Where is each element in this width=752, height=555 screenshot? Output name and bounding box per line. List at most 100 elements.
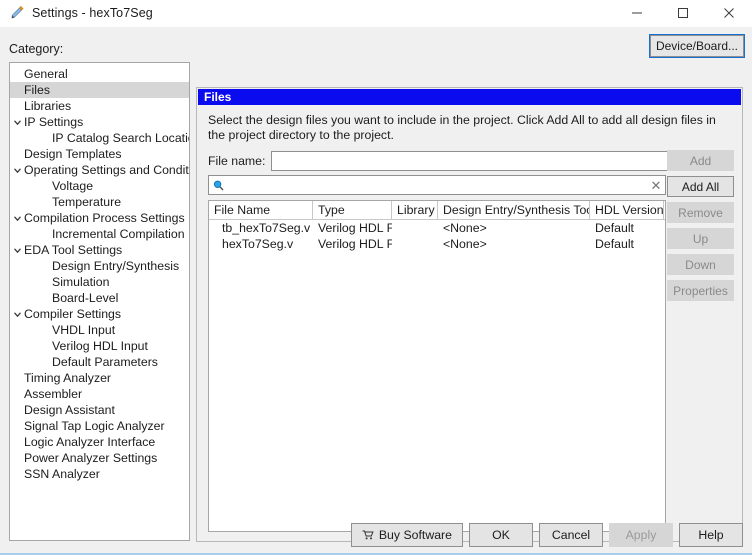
sidebar-item-vhdl-input[interactable]: VHDL Input	[10, 322, 189, 338]
table-cell: <None>	[443, 221, 487, 235]
apply-button: Apply	[609, 523, 673, 547]
chevron-down-icon[interactable]	[10, 310, 24, 319]
ok-button[interactable]: OK	[469, 523, 533, 547]
sidebar-item-design-entry-synthesis[interactable]: Design Entry/Synthesis	[10, 258, 189, 274]
table-column-header[interactable]: Library	[392, 201, 438, 219]
sidebar-item-simulation[interactable]: Simulation	[10, 274, 189, 290]
table-cell: tb_hexTo7Seg.v	[222, 221, 311, 235]
search-icon	[209, 180, 227, 191]
down-button: Down	[667, 254, 734, 275]
sidebar-item-board-level[interactable]: Board-Level	[10, 290, 189, 306]
sidebar-item-temperature[interactable]: Temperature	[10, 194, 189, 210]
sidebar-item-label: Design Assistant	[24, 403, 115, 417]
sidebar-item-operating-settings-and-conditions[interactable]: Operating Settings and Conditions	[10, 162, 189, 178]
add-all-button[interactable]: Add All	[667, 176, 734, 197]
sidebar-item-label: EDA Tool Settings	[24, 243, 123, 257]
table-row[interactable]: tb_hexTo7Seg.v Verilog HDL File <None> Defa…	[209, 220, 665, 236]
file-search-box[interactable]: ✕	[208, 175, 666, 195]
title-bar: Settings - hexTo7Seg	[0, 0, 752, 27]
sidebar-item-general[interactable]: General	[10, 66, 189, 82]
settings-window: Settings - hexTo7Seg Category: Device/Bo…	[0, 0, 752, 555]
search-input[interactable]	[227, 176, 647, 194]
table-row[interactable]: hexTo7Seg.v Verilog HDL File <None> Default	[209, 236, 665, 252]
sidebar-item-label: Operating Settings and Conditions	[24, 163, 189, 177]
sidebar-item-design-assistant[interactable]: Design Assistant	[10, 402, 189, 418]
chevron-down-icon[interactable]	[10, 166, 24, 175]
sidebar-item-label: SSN Analyzer	[24, 467, 100, 481]
table-column-header[interactable]: HDL Version	[590, 201, 664, 219]
sidebar-item-design-templates[interactable]: Design Templates	[10, 146, 189, 162]
sidebar-item-incremental-compilation[interactable]: Incremental Compilation	[10, 226, 189, 242]
sidebar-item-label: Verilog HDL Input	[52, 339, 148, 353]
pencil-settings-icon	[9, 5, 25, 21]
file-name-input[interactable]	[271, 151, 711, 171]
sidebar-item-power-analyzer-settings[interactable]: Power Analyzer Settings	[10, 450, 189, 466]
window-title: Settings - hexTo7Seg	[32, 6, 153, 20]
device-board-button[interactable]: Device/Board...	[648, 34, 746, 58]
footer-button-label: Apply	[625, 528, 657, 542]
table-cell: <None>	[443, 237, 487, 251]
sidebar-item-ip-settings[interactable]: IP Settings	[10, 114, 189, 130]
sidebar-item-label: Assembler	[24, 387, 83, 401]
clear-icon[interactable]: ✕	[647, 179, 665, 192]
chevron-down-icon[interactable]	[10, 214, 24, 223]
sidebar-item-voltage[interactable]: Voltage	[10, 178, 189, 194]
sidebar-item-label: IP Catalog Search Locations	[52, 131, 189, 145]
table-cell: Verilog HDL File	[318, 237, 392, 251]
sidebar-item-logic-analyzer-interface[interactable]: Logic Analyzer Interface	[10, 434, 189, 450]
panel-title: Files	[198, 89, 741, 105]
buy-software-button[interactable]: Buy Software	[350, 523, 463, 547]
category-tree[interactable]: General Files Libraries IP Settings IP Catal…	[9, 62, 190, 541]
file-name-row: File name: ...	[208, 151, 733, 171]
table-cell: Default	[595, 221, 634, 235]
sidebar-item-label: Libraries	[24, 99, 72, 113]
maximize-icon[interactable]	[660, 0, 706, 27]
table-header-row: File Name Type Library Design Entry/Synthes…	[209, 201, 665, 220]
sidebar-item-label: Simulation	[52, 275, 110, 289]
category-label: Category:	[9, 42, 64, 56]
cancel-button[interactable]: Cancel	[539, 523, 603, 547]
sidebar-item-label: IP Settings	[24, 115, 84, 129]
table-cell: Verilog HDL File	[318, 221, 392, 235]
sidebar-item-files[interactable]: Files	[10, 82, 189, 98]
footer-button-label: OK	[492, 528, 510, 542]
help-button[interactable]: Help	[679, 523, 743, 547]
sidebar-item-ssn-analyzer[interactable]: SSN Analyzer	[10, 466, 189, 482]
table-cell: Default	[595, 237, 634, 251]
sidebar-item-label: Logic Analyzer Interface	[24, 435, 156, 449]
sidebar-item-label: Design Entry/Synthesis	[52, 259, 180, 273]
sidebar-item-signal-tap-logic-analyzer[interactable]: Signal Tap Logic Analyzer	[10, 418, 189, 434]
close-icon[interactable]	[706, 0, 752, 27]
properties-button: Properties	[667, 280, 734, 301]
table-column-header[interactable]: Type	[313, 201, 392, 219]
chevron-down-icon[interactable]	[10, 246, 24, 255]
dialog-body: Category: Device/Board... General Files Li…	[0, 27, 752, 553]
minimize-icon[interactable]	[614, 0, 660, 27]
add-button: Add	[667, 150, 734, 171]
table-column-header[interactable]: Design Entry/Synthesis Tool	[438, 201, 590, 219]
panel-description: Select the design files you want to incl…	[208, 113, 716, 142]
footer-button-label: Buy Software	[378, 528, 452, 542]
table-cell	[392, 220, 438, 236]
sidebar-item-label: Signal Tap Logic Analyzer	[24, 419, 165, 433]
sidebar-item-libraries[interactable]: Libraries	[10, 98, 189, 114]
chevron-down-icon[interactable]	[10, 118, 24, 127]
sidebar-item-assembler[interactable]: Assembler	[10, 386, 189, 402]
sidebar-item-timing-analyzer[interactable]: Timing Analyzer	[10, 370, 189, 386]
files-panel: Files Select the design files you want t…	[196, 87, 743, 542]
table-body: tb_hexTo7Seg.v Verilog HDL File <None> Defa…	[209, 220, 665, 252]
sidebar-item-label: General	[24, 67, 68, 81]
sidebar-item-compiler-settings[interactable]: Compiler Settings	[10, 306, 189, 322]
footer-button-label: Cancel	[551, 528, 591, 542]
sidebar-item-label: Voltage	[52, 179, 94, 193]
sidebar-item-eda-tool-settings[interactable]: EDA Tool Settings	[10, 242, 189, 258]
sidebar-item-compilation-process-settings[interactable]: Compilation Process Settings	[10, 210, 189, 226]
shopping-cart-icon	[362, 530, 374, 540]
sidebar-item-label: Temperature	[52, 195, 122, 209]
sidebar-item-default-parameters[interactable]: Default Parameters	[10, 354, 189, 370]
sidebar-item-verilog-hdl-input[interactable]: Verilog HDL Input	[10, 338, 189, 354]
file-list-table[interactable]: File Name Type Library Design Entry/Synthes…	[208, 200, 666, 532]
table-column-header[interactable]: File Name	[209, 201, 313, 219]
sidebar-item-ip-catalog-search-locations[interactable]: IP Catalog Search Locations	[10, 130, 189, 146]
file-name-label: File name:	[208, 154, 266, 168]
